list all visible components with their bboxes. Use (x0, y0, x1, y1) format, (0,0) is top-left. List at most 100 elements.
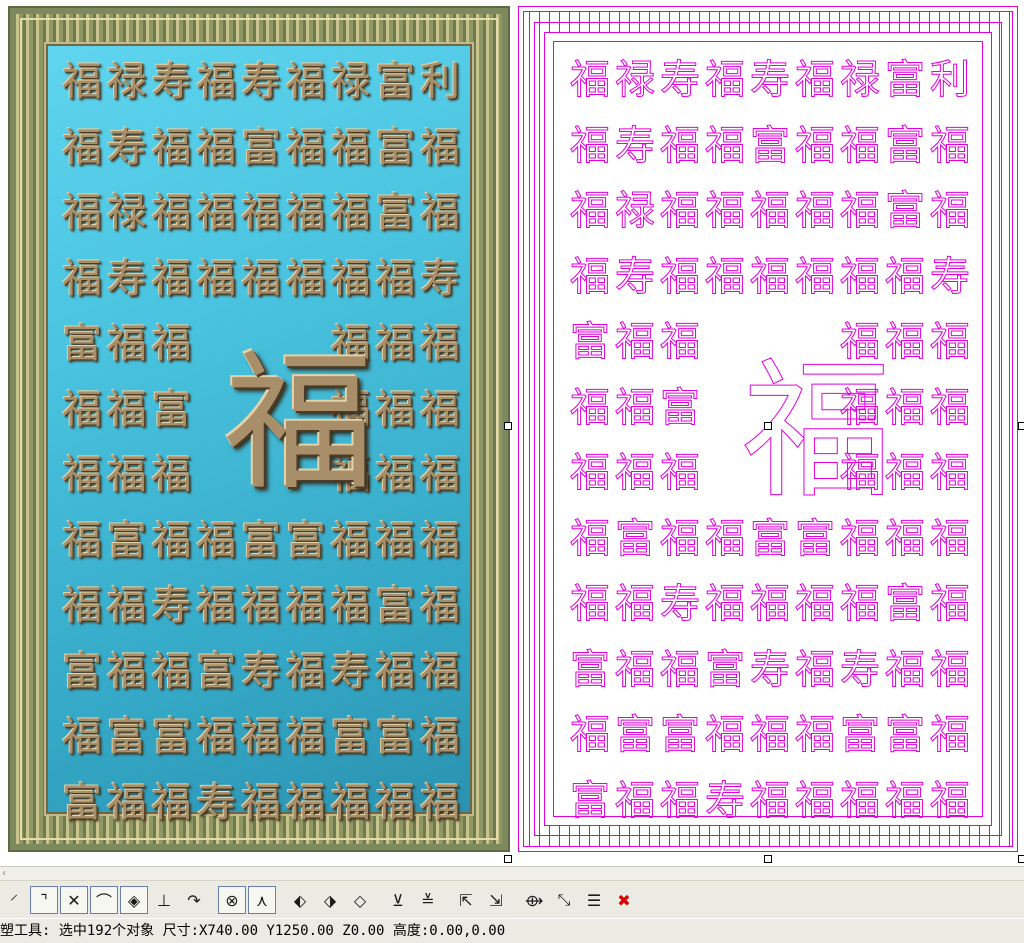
vector-character[interactable]: 禄 (838, 54, 882, 106)
vector-character[interactable]: 富 (568, 644, 612, 696)
vector-character[interactable]: 富 (658, 709, 702, 761)
vector-character[interactable]: 富 (568, 775, 612, 827)
scroll-left-icon[interactable]: ‹ (2, 867, 14, 881)
vector-character[interactable]: 福 (793, 709, 837, 761)
vector-character[interactable]: 福 (793, 120, 837, 172)
selection-handle-left[interactable] (504, 422, 512, 430)
vector-character[interactable]: 寿 (748, 644, 792, 696)
vector-character[interactable]: 福 (703, 578, 747, 630)
vector-character[interactable]: 福 (613, 316, 657, 368)
vector-character[interactable]: 福 (928, 578, 972, 630)
vector-character[interactable]: 利 (928, 54, 972, 106)
polyline-button[interactable]: ⸍ (0, 886, 28, 914)
vector-character[interactable]: 福 (658, 644, 702, 696)
vector-character[interactable]: 福 (568, 120, 612, 172)
vector-character[interactable]: 福 (658, 513, 702, 565)
vector-character[interactable]: 福 (928, 382, 972, 434)
vector-character[interactable]: 禄 (613, 54, 657, 106)
measure-button[interactable]: ⤡ (550, 886, 578, 914)
vector-character[interactable]: 福 (658, 120, 702, 172)
diamond-center-button[interactable]: ⬗ (316, 886, 344, 914)
vector-character[interactable]: 福 (838, 775, 882, 827)
horizontal-scrollbar[interactable]: ‹ (0, 866, 1024, 881)
vector-character[interactable]: 福 (748, 185, 792, 237)
vector-character[interactable]: 寿 (703, 775, 747, 827)
vector-character[interactable]: 福 (568, 513, 612, 565)
vector-character[interactable]: 富 (838, 709, 882, 761)
vector-character[interactable]: 福 (928, 316, 972, 368)
circle-node-button[interactable]: ◈ (120, 886, 148, 914)
vector-character[interactable]: 富 (883, 709, 927, 761)
select-add-button[interactable]: ⇱ (452, 886, 480, 914)
list-select-button[interactable]: ☰ (580, 886, 608, 914)
vector-character[interactable]: 福 (658, 447, 702, 499)
vector-character[interactable]: 福 (793, 578, 837, 630)
vector-character[interactable]: 福 (613, 578, 657, 630)
vector-character[interactable]: 福 (703, 513, 747, 565)
vector-character[interactable]: 富 (883, 578, 927, 630)
vector-character[interactable]: 福 (928, 185, 972, 237)
vector-character[interactable]: 福 (613, 382, 657, 434)
diamond-left-button[interactable]: ⬖ (286, 886, 314, 914)
vector-character[interactable]: 福 (928, 447, 972, 499)
diamond-right-button[interactable]: ◇ (346, 886, 374, 914)
selection-handle-center[interactable] (764, 422, 772, 430)
vector-character[interactable]: 福 (793, 644, 837, 696)
vector-character[interactable]: 福 (793, 54, 837, 106)
drawing-canvas[interactable]: 福禄寿福寿福禄富利福寿福福富福福富福福禄福福福福福富福福寿福福福福福福寿富福福福… (0, 0, 1024, 866)
vector-character[interactable]: 福 (703, 54, 747, 106)
vector-character[interactable]: 寿 (613, 251, 657, 303)
vector-character[interactable]: 富 (613, 709, 657, 761)
vector-character[interactable]: 福 (568, 251, 612, 303)
vector-character[interactable]: 福 (613, 775, 657, 827)
vector-character[interactable]: 富 (613, 513, 657, 565)
select-remove-button[interactable]: ⇲ (482, 886, 510, 914)
vector-character[interactable]: 福 (748, 709, 792, 761)
vector-character[interactable]: 福 (658, 775, 702, 827)
vector-character[interactable]: 寿 (748, 54, 792, 106)
vector-character[interactable]: 福 (793, 251, 837, 303)
vector-character[interactable]: 福 (568, 382, 612, 434)
corner-curve-button[interactable]: ⌝ (30, 886, 58, 914)
selection-handle-right[interactable] (1018, 422, 1024, 430)
vector-character[interactable]: 福 (568, 709, 612, 761)
vector-character[interactable]: 富 (703, 644, 747, 696)
vector-character[interactable]: 福 (928, 644, 972, 696)
relief-render-panel[interactable]: 福禄寿福寿福禄富利福寿福福富福福富福福禄福福福福福富福福寿福福福福福福寿富福福福… (8, 6, 510, 852)
vector-character[interactable]: 福 (928, 775, 972, 827)
fillet-button[interactable]: ⌒ (90, 886, 118, 914)
vector-char-gap[interactable] (703, 447, 747, 499)
vertex-button[interactable]: ⋏ (248, 886, 276, 914)
vector-character[interactable]: 福 (838, 578, 882, 630)
perpendicular-button[interactable]: ⊥ (150, 886, 178, 914)
layer-stack-button[interactable]: ≚ (414, 886, 442, 914)
vector-character[interactable]: 寿 (658, 54, 702, 106)
vector-character[interactable]: 福 (658, 185, 702, 237)
vector-character[interactable]: 福 (568, 54, 612, 106)
vector-char-gap[interactable] (703, 316, 747, 368)
vector-character[interactable]: 福 (928, 709, 972, 761)
vector-character[interactable]: 福 (703, 709, 747, 761)
vector-character[interactable]: 福 (793, 775, 837, 827)
vector-character[interactable]: 寿 (838, 644, 882, 696)
vector-character[interactable]: 福 (703, 120, 747, 172)
vector-character[interactable]: 富 (883, 54, 927, 106)
vector-character[interactable]: 富 (748, 120, 792, 172)
vector-character[interactable]: 富 (883, 120, 927, 172)
vector-character[interactable]: 福 (613, 447, 657, 499)
vector-character[interactable]: 富 (568, 316, 612, 368)
vector-character[interactable]: 福 (838, 251, 882, 303)
vector-character[interactable]: 福 (703, 251, 747, 303)
vector-character[interactable]: 富 (658, 382, 702, 434)
vector-character[interactable]: 福 (883, 513, 927, 565)
layer-base-button[interactable]: ⊻ (384, 886, 412, 914)
delete-button[interactable]: ✖ (610, 886, 638, 914)
transform-button[interactable]: ⟴ (520, 886, 548, 914)
vector-character[interactable]: 福 (928, 513, 972, 565)
selection-handle-bottom-left[interactable] (504, 855, 512, 863)
vector-character[interactable]: 福 (838, 120, 882, 172)
vector-character[interactable]: 福 (883, 251, 927, 303)
vector-character[interactable]: 福 (613, 644, 657, 696)
vector-character[interactable]: 福 (793, 185, 837, 237)
vector-character[interactable]: 福 (568, 578, 612, 630)
